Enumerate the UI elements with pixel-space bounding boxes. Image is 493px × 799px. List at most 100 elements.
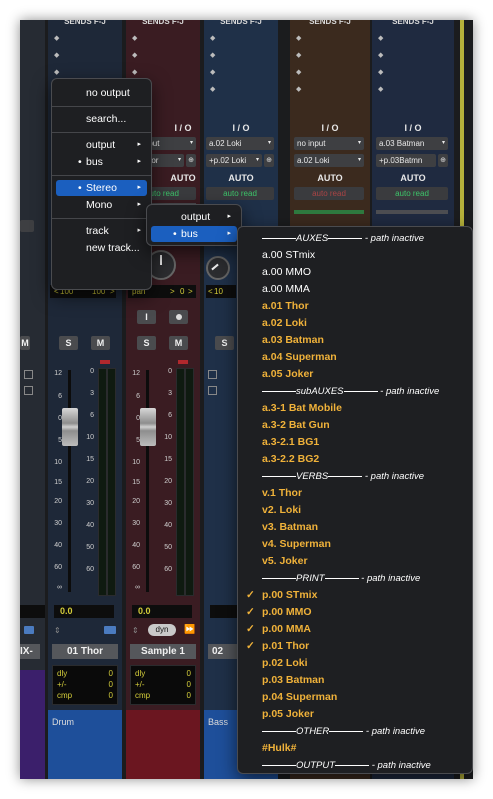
bus-item[interactable]: a.00 MMA — [238, 281, 472, 298]
automation-mode[interactable]: auto read — [376, 187, 448, 200]
bus-item[interactable]: v2. Loki — [238, 502, 472, 519]
volume-fader[interactable] — [140, 408, 156, 446]
pan-readout[interactable]: <10 — [206, 285, 236, 298]
automation-mode[interactable]: auto read — [294, 187, 364, 200]
left-checkbox-a[interactable] — [24, 370, 33, 379]
track-name[interactable]: Sample 1 — [130, 644, 196, 659]
bus-item[interactable]: a.00 STmix — [238, 247, 472, 264]
solo-button[interactable]: S — [215, 336, 234, 350]
send-slot[interactable]: ◆ — [132, 34, 137, 42]
menu-item-search[interactable]: search... — [56, 111, 147, 127]
submenu-item-output[interactable]: output ▸ — [151, 209, 237, 225]
track-name[interactable]: 01 Thor — [52, 644, 118, 659]
bus-item[interactable]: ✓ p.00 MMA — [238, 621, 472, 638]
send-slot[interactable]: ◆ — [210, 34, 215, 42]
submenu-item-bus[interactable]: • bus ▸ — [151, 226, 237, 242]
menu-item-nooutput[interactable]: no output — [56, 85, 147, 101]
bus-item[interactable]: v.1 Thor — [238, 485, 472, 502]
bus-item[interactable]: p.05 Joker — [238, 706, 472, 723]
menu-item-track[interactable]: track ▸ — [56, 223, 147, 239]
menu-item-stereo[interactable]: • Stereo ▸ — [56, 180, 147, 196]
bus-item[interactable]: a.3-2.2 BG2 — [238, 451, 472, 468]
volume-readout[interactable]: 0.0 — [132, 605, 192, 618]
stepper-icon[interactable]: ⇕ — [132, 626, 139, 635]
output-selector[interactable]: a.02 Loki ▾ — [294, 154, 364, 167]
input-monitor-button[interactable]: I — [137, 310, 156, 324]
bus-item[interactable]: a.3-1 Bat Mobile — [238, 400, 472, 417]
comment-area[interactable] — [126, 710, 200, 779]
send-slot[interactable]: ◆ — [210, 68, 215, 76]
section-title: VERBS — [296, 471, 329, 482]
volume-fader[interactable] — [62, 408, 78, 446]
link-icon[interactable]: ⊕ — [186, 154, 196, 167]
record-button[interactable] — [169, 310, 188, 324]
input-selector[interactable]: a.02 Loki ▾ — [206, 137, 274, 150]
bus-item[interactable]: v5. Joker — [238, 553, 472, 570]
send-slot[interactable]: ◆ — [54, 68, 59, 76]
left-io-box[interactable] — [20, 220, 34, 232]
send-slot[interactable]: ◆ — [210, 51, 215, 59]
left-checkbox-b[interactable] — [24, 386, 33, 395]
link-icon[interactable]: ⊕ — [438, 154, 448, 167]
send-slot[interactable]: ◆ — [378, 34, 383, 42]
bus-item[interactable]: p.03 Batman — [238, 672, 472, 689]
automation-mode[interactable]: auto read — [206, 187, 274, 200]
output-selector[interactable]: +p.03Batmn — [376, 154, 436, 167]
bus-item[interactable]: p.02 Loki — [238, 655, 472, 672]
dyn-button[interactable]: dyn — [148, 624, 176, 636]
bus-item[interactable]: a.03 Batman — [238, 332, 472, 349]
input-selector[interactable]: no input▾ — [294, 137, 364, 150]
bus-item[interactable]: ✓ p.00 STmix — [238, 587, 472, 604]
pan-knob[interactable] — [206, 256, 230, 280]
bus-item[interactable]: a.00 MMO — [238, 264, 472, 281]
send-slot[interactable]: ◆ — [296, 85, 301, 93]
sends-header: SENDS F-J — [309, 20, 351, 26]
link-icon[interactable]: ⊕ — [264, 154, 274, 167]
header-rule — [324, 577, 359, 579]
menu-item-newtrack[interactable]: new track... — [56, 240, 147, 256]
bus-item[interactable]: ✓ p.01 Thor — [238, 638, 472, 655]
send-slot[interactable]: ◆ — [54, 51, 59, 59]
folder-icon[interactable] — [24, 626, 34, 634]
input-selector[interactable]: a.03 Batman ▾ — [376, 137, 448, 150]
volume-readout[interactable]: 0.0 — [54, 605, 114, 618]
send-slot[interactable]: ◆ — [132, 68, 137, 76]
solo-button[interactable]: S — [137, 336, 156, 350]
bus-item[interactable]: a.04 Superman — [238, 349, 472, 366]
mute-button[interactable]: M — [91, 336, 110, 350]
bus-item[interactable]: a.05 Joker — [238, 366, 472, 383]
bus-item[interactable]: v3. Batman — [238, 519, 472, 536]
send-slot[interactable]: ◆ — [378, 68, 383, 76]
send-slot[interactable]: ◆ — [296, 51, 301, 59]
send-slot[interactable]: ◆ — [132, 51, 137, 59]
mute-button[interactable]: M — [169, 336, 188, 350]
bus-item[interactable]: ✓ p.00 MMO — [238, 604, 472, 621]
menu-item-output[interactable]: output ▸ — [56, 137, 147, 153]
send-slot[interactable]: ◆ — [378, 51, 383, 59]
left-volume[interactable] — [20, 605, 45, 618]
menu-item-mono[interactable]: Mono ▸ — [56, 197, 147, 213]
bus-item[interactable]: p.04 Superman — [238, 689, 472, 706]
send-slot[interactable]: ◆ — [296, 34, 301, 42]
checkbox[interactable] — [208, 386, 217, 395]
send-slot[interactable]: ◆ — [210, 85, 215, 93]
bus-item[interactable]: #Hulk# — [238, 740, 472, 757]
stepper-icon[interactable]: ⇕ — [54, 626, 61, 635]
checkbox[interactable] — [208, 370, 217, 379]
left-mute-button[interactable]: M — [20, 336, 30, 350]
send-slot[interactable]: ◆ — [378, 85, 383, 93]
folder-icon[interactable] — [104, 626, 116, 634]
bus-item[interactable]: a.02 Loki — [238, 315, 472, 332]
bus-item[interactable]: a.3-2.1 BG1 — [238, 434, 472, 451]
solo-button[interactable]: S — [59, 336, 78, 350]
bus-item[interactable]: v4. Superman — [238, 536, 472, 553]
bus-item[interactable]: a.3-2 Bat Gun — [238, 417, 472, 434]
send-slot[interactable]: ◆ — [296, 68, 301, 76]
menu-item-bus[interactable]: • bus ▸ — [56, 154, 147, 170]
bus-item[interactable]: a.01 Thor — [238, 298, 472, 315]
fast-forward-icon[interactable]: ⏩ — [184, 624, 195, 635]
fader-scale-label: ∞ — [57, 584, 62, 591]
left-strip-name[interactable]: IX- — [20, 644, 40, 659]
send-slot[interactable]: ◆ — [54, 34, 59, 42]
output-selector[interactable]: +p.02 Loki ▾ — [206, 154, 262, 167]
